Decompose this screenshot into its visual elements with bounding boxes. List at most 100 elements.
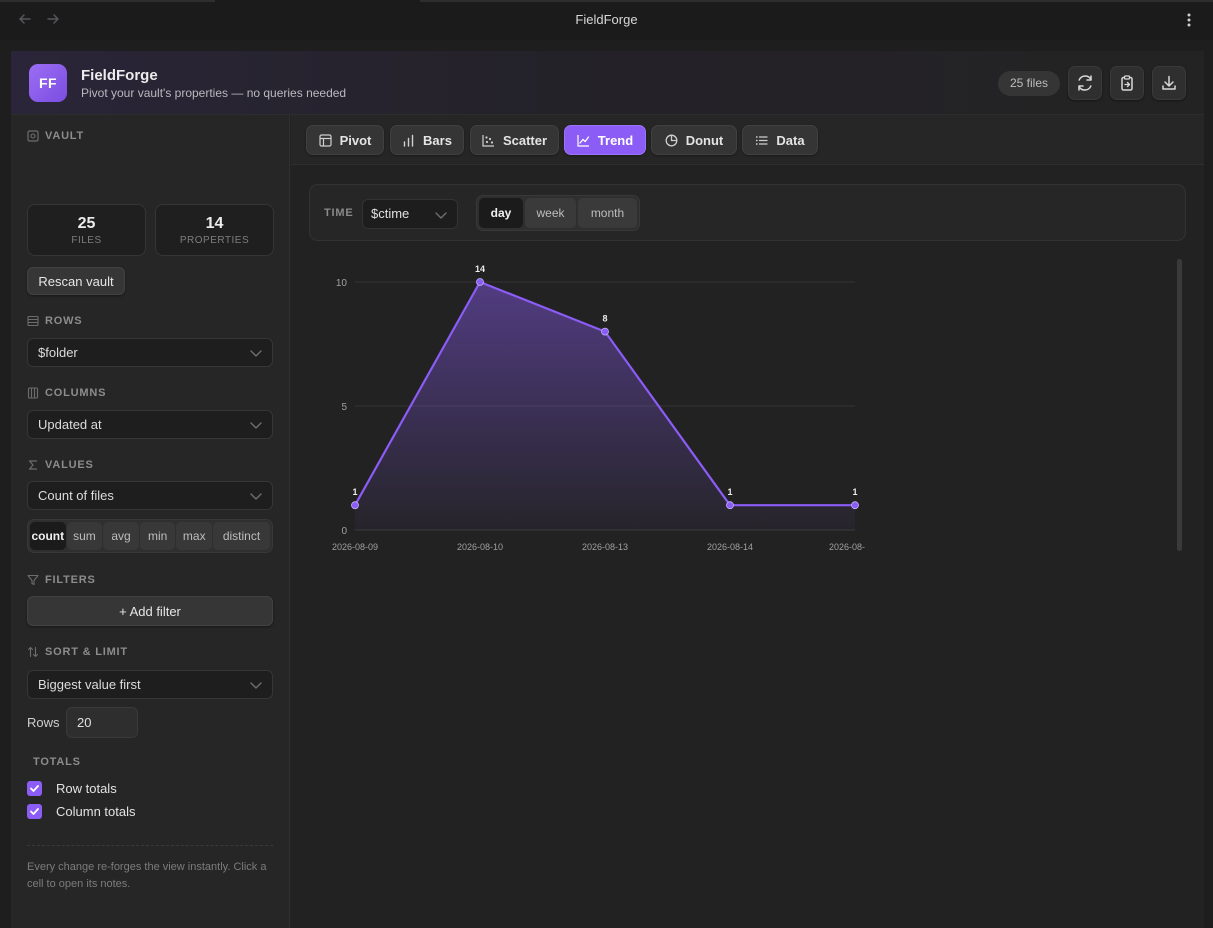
vault-label-text: VAULT xyxy=(45,130,85,142)
granularity-week-button[interactable]: week xyxy=(525,198,576,228)
time-label: TIME xyxy=(324,207,354,219)
agg-sum-button[interactable]: sum xyxy=(66,522,103,550)
tab-trend[interactable]: Trend xyxy=(564,125,646,155)
tab-donut-label: Donut xyxy=(685,132,724,148)
files-label: FILES xyxy=(71,235,102,246)
values-label-text: VALUES xyxy=(45,459,94,471)
rescan-vault-button[interactable]: Rescan vault xyxy=(27,267,125,295)
filters-label-text: FILTERS xyxy=(45,574,96,586)
title-bar: FieldForge xyxy=(0,0,1213,40)
scatter-icon xyxy=(482,134,494,147)
vault-icon xyxy=(27,130,39,142)
config-sidebar: VAULT 25 FILES 14 PROPERTIES Rescan vaul… xyxy=(11,115,290,928)
y-tick-label: 10 xyxy=(336,278,348,289)
window-title: FieldForge xyxy=(575,12,638,27)
x-tick-label: 2026-08-14 xyxy=(707,542,753,552)
time-controls: TIME $ctime day week month xyxy=(309,184,1186,241)
aggregation-toggle: count sum avg min max distinct xyxy=(27,519,273,553)
tab-pivot-label: Pivot xyxy=(339,132,372,148)
columns-section-label: COLUMNS xyxy=(27,387,106,399)
tab-strip-right xyxy=(420,0,1213,2)
chevron-down-icon xyxy=(435,212,447,219)
row-limit-label: Rows xyxy=(27,715,60,730)
columns-field-value: Updated at xyxy=(38,417,102,432)
more-options-icon[interactable] xyxy=(1181,12,1197,30)
tab-donut[interactable]: Donut xyxy=(651,125,737,155)
agg-distinct-button[interactable]: distinct xyxy=(213,522,271,550)
columns-field-select[interactable]: Updated at xyxy=(27,410,273,439)
tab-bars[interactable]: Bars xyxy=(390,125,464,155)
table-icon xyxy=(318,133,332,147)
app-header: FF FieldForge Pivot your vault's propert… xyxy=(11,51,1204,115)
chevron-down-icon xyxy=(250,350,262,357)
chart-scrollbar[interactable] xyxy=(1177,259,1182,551)
rows-icon xyxy=(27,315,39,327)
time-field-select[interactable]: $ctime xyxy=(362,199,458,229)
values-field-select[interactable]: Count of files xyxy=(27,481,273,510)
data-label: 8 xyxy=(602,314,607,324)
chevron-down-icon xyxy=(250,682,262,689)
tab-data-label: Data xyxy=(776,132,805,148)
granularity-month-button[interactable]: month xyxy=(578,198,637,228)
y-tick-label: 5 xyxy=(341,402,347,413)
agg-count-button[interactable]: count xyxy=(30,522,66,550)
chevron-down-icon xyxy=(250,493,262,500)
values-section-label: VALUES xyxy=(27,459,94,471)
x-tick-label: 2026-08-10 xyxy=(457,542,503,552)
filters-section-label: FILTERS xyxy=(27,574,96,586)
files-stat: 25 FILES xyxy=(27,204,146,256)
plugin-view: FF FieldForge Pivot your vault's propert… xyxy=(11,51,1204,928)
granularity-toggle: day week month xyxy=(476,195,640,231)
sort-limit-label-text: SORT & LIMIT xyxy=(45,646,128,658)
properties-label: PROPERTIES xyxy=(179,235,250,246)
granularity-day-button[interactable]: day xyxy=(479,198,523,228)
columns-label-text: COLUMNS xyxy=(45,387,107,399)
data-label: 1 xyxy=(352,487,357,497)
data-point xyxy=(726,501,734,510)
rows-field-select[interactable]: $folder xyxy=(27,338,273,367)
data-point xyxy=(601,327,609,336)
rows-field-value: $folder xyxy=(38,345,78,360)
sort-select[interactable]: Biggest value first xyxy=(27,670,273,699)
totals-label-text: TOTALS xyxy=(33,756,81,768)
tab-scatter[interactable]: Scatter xyxy=(470,125,559,155)
column-totals-label: Column totals xyxy=(56,804,136,819)
bar-chart-icon xyxy=(403,134,414,147)
agg-min-button[interactable]: min xyxy=(139,522,176,550)
tab-data[interactable]: Data xyxy=(742,125,818,155)
tab-trend-label: Trend xyxy=(597,132,634,148)
trend-chart: 0 5 10 1 14 8 1 1 2026-08-09 2026-08-10 2026-08-13… xyxy=(332,264,865,552)
agg-avg-button[interactable]: avg xyxy=(103,522,139,550)
row-limit-input[interactable]: 20 xyxy=(66,707,138,738)
columns-icon xyxy=(27,387,39,399)
column-totals-checkbox[interactable] xyxy=(27,804,42,819)
values-field-value: Count of files xyxy=(38,488,114,503)
y-tick-label: 0 xyxy=(341,526,347,537)
app-logo: FF xyxy=(29,64,67,102)
sidebar-divider xyxy=(27,845,273,846)
totals-section-label: TOTALS xyxy=(33,756,81,768)
view-tabs: Pivot Bars Scatter Trend Donut Data xyxy=(291,115,1204,165)
copy-button[interactable] xyxy=(1110,66,1144,100)
checkmark-icon xyxy=(30,808,39,815)
column-totals-option: Column totals xyxy=(27,804,135,819)
refresh-icon xyxy=(1078,75,1092,91)
app-subtitle: Pivot your vault's properties — no queri… xyxy=(81,86,347,100)
x-tick-label: 2026-08-09 xyxy=(332,542,378,552)
sort-value: Biggest value first xyxy=(38,677,141,692)
vault-section-label: VAULT xyxy=(27,130,84,142)
refresh-button[interactable] xyxy=(1068,66,1102,100)
tab-pivot[interactable]: Pivot xyxy=(306,125,384,155)
row-totals-checkbox[interactable] xyxy=(27,781,42,796)
row-totals-option: Row totals xyxy=(27,781,117,796)
add-filter-button[interactable]: + Add filter xyxy=(27,596,273,626)
clipboard-icon xyxy=(1121,75,1133,91)
data-point xyxy=(351,501,359,510)
time-field-value: $ctime xyxy=(371,206,410,221)
row-totals-label: Row totals xyxy=(56,781,117,796)
agg-max-button[interactable]: max xyxy=(176,522,213,550)
checkmark-icon xyxy=(30,785,39,792)
tab-scatter-label: Scatter xyxy=(502,132,548,148)
x-tick-label: 2026-08-13 xyxy=(582,542,628,552)
export-button[interactable] xyxy=(1152,66,1186,100)
